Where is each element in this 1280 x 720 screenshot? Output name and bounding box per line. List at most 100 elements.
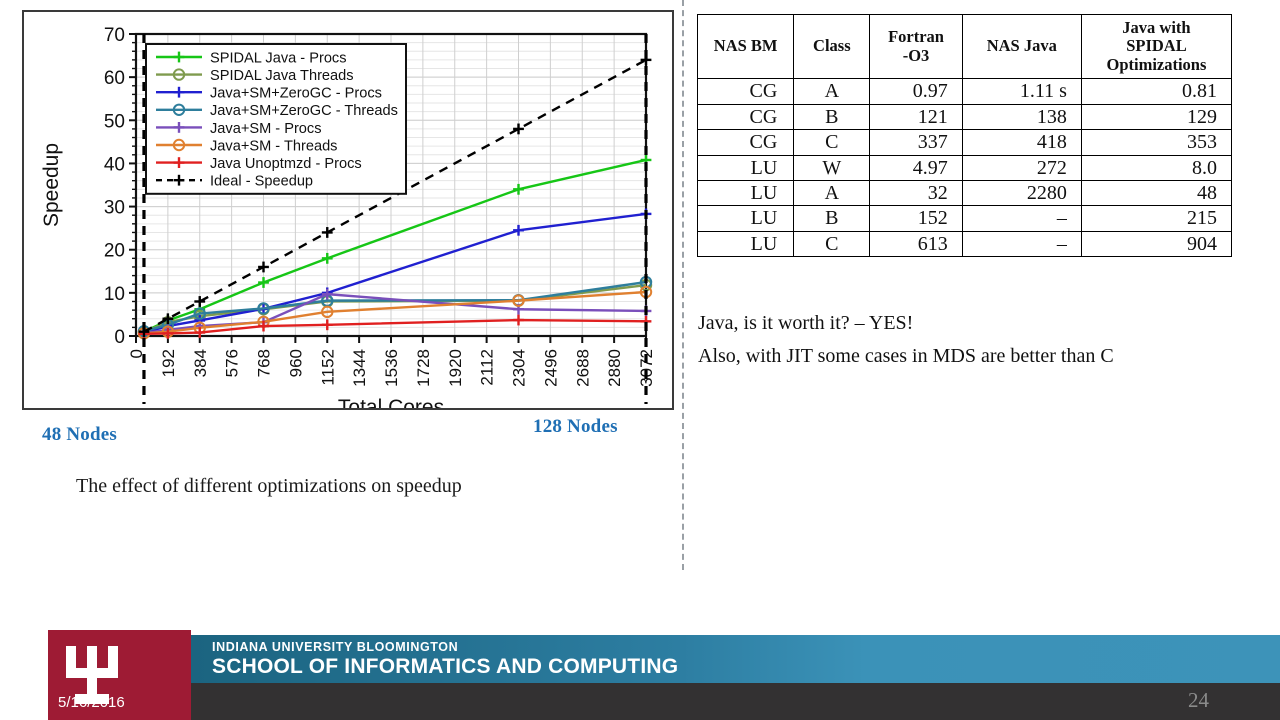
- cell-fortran: 121: [869, 103, 963, 131]
- cell-fortran: 0.97: [869, 78, 963, 105]
- cell-spidal: 353: [1080, 129, 1233, 156]
- cell-nas-java: 418: [961, 129, 1082, 156]
- speedup-chart: 0 10 20 30 40 50 60 70 0 192 384 576 768 960 1152 1344 1…: [22, 10, 674, 410]
- legend-label: Ideal - Speedup: [210, 174, 313, 190]
- cell-nas-java: –: [961, 230, 1082, 258]
- y-tick-label: 60: [104, 68, 125, 89]
- cell-spidal: 8.0: [1080, 154, 1233, 181]
- col-header-line: Java with: [1122, 18, 1191, 37]
- table-row: CG A 0.97 1.11 s 0.81: [696, 78, 1233, 105]
- cell-class: B: [793, 205, 871, 232]
- table-row: LU A 32 2280 48: [696, 179, 1233, 207]
- cell-fortran: 337: [869, 129, 963, 156]
- y-tick-label: 30: [104, 198, 125, 219]
- cell-nas-bm: LU: [696, 179, 795, 207]
- table-header-row: NAS BM Class Fortran -O3 NAS Java Java wi…: [696, 13, 1233, 80]
- slide-number: 24: [1188, 688, 1209, 712]
- col-header-line: NAS Java: [986, 36, 1057, 56]
- x-tick-label: 1728: [414, 349, 433, 387]
- legend-label: SPIDAL Java Threads: [210, 68, 354, 84]
- col-header-line: SPIDAL: [1126, 36, 1187, 56]
- cell-nas-bm: CG: [696, 103, 795, 131]
- legend-label: Java+SM+ZeroGC - Threads: [210, 103, 398, 119]
- cell-class: C: [793, 230, 871, 258]
- cell-nas-bm: LU: [696, 205, 795, 232]
- cell-fortran: 4.97: [869, 154, 963, 181]
- note-java-worth-it: Java, is it worth it? – YES!: [698, 312, 914, 334]
- cell-nas-bm: CG: [696, 129, 795, 156]
- note-jit-mds: Also, with JIT some cases in MDS are bet…: [698, 345, 1114, 367]
- y-tick-label: 50: [104, 111, 125, 132]
- cell-nas-java: 2280: [961, 179, 1082, 207]
- slide-footer: INDIANA UNIVERSITY BLOOMINGTON SCHOOL OF…: [0, 630, 1280, 720]
- x-tick-label: 1152: [318, 349, 337, 386]
- table-panel: NAS BM Class Fortran -O3 NAS Java Java wi…: [696, 0, 1257, 625]
- cell-fortran: 32: [869, 179, 963, 207]
- col-header-line: Optimizations: [1106, 54, 1207, 74]
- annotation-48-nodes: 48 Nodes: [42, 424, 117, 445]
- legend-label: Java+SM+ZeroGC - Procs: [210, 86, 382, 102]
- cell-fortran: 613: [869, 230, 963, 258]
- footer-school-name: SCHOOL OF INFORMATICS AND COMPUTING: [212, 655, 679, 678]
- cell-nas-java: 272: [961, 154, 1082, 181]
- cell-class: A: [793, 179, 871, 207]
- panel-divider: [682, 0, 684, 570]
- col-header-nas-bm: NAS BM: [696, 13, 795, 80]
- x-tick-label: 768: [255, 349, 274, 377]
- x-tick-label: 1536: [382, 349, 401, 387]
- cell-nas-bm: LU: [696, 230, 795, 258]
- table-body: CG A 0.97 1.11 s 0.81 CG B 121 138 129 CG C 337 418 35…: [696, 78, 1233, 258]
- x-axis-title: Total Cores: [338, 396, 444, 408]
- legend-label: Java Unoptmzd - Procs: [210, 156, 362, 172]
- cell-spidal: 904: [1080, 230, 1233, 258]
- x-tick-label: 2880: [605, 349, 624, 387]
- cell-class: W: [793, 154, 871, 181]
- table-row: LU C 613–904: [696, 230, 1233, 258]
- legend-label: SPIDAL Java - Procs: [210, 50, 347, 66]
- cell-fortran: 152: [869, 205, 963, 232]
- y-tick-label: 40: [104, 154, 125, 175]
- col-header-nas-java: NAS Java: [961, 13, 1082, 80]
- x-tick-label: 960: [286, 349, 305, 377]
- x-tick-label: 2688: [573, 349, 592, 387]
- col-header-spidal: Java with SPIDAL Optimizations: [1080, 13, 1233, 80]
- col-header-line: -O3: [902, 45, 930, 65]
- table-row: CG B 121 138 129: [696, 103, 1233, 131]
- legend-label: Java+SM - Procs: [210, 121, 322, 137]
- table-header: NAS BM Class Fortran -O3 NAS Java Java wi…: [696, 13, 1233, 80]
- col-header-fortran: Fortran -O3: [869, 13, 963, 80]
- x-tick-label: 576: [223, 349, 242, 377]
- speedup-chart-svg: 0102030405060700 192 384 576 768 960 1152 1344 1…: [40, 25, 656, 408]
- y-tick-label: 70: [104, 25, 125, 46]
- table-row: LU B 152–215: [696, 205, 1233, 232]
- nas-benchmark-table: NAS BM Class Fortran -O3 NAS Java Java wi…: [696, 13, 1233, 258]
- y-tick-label: 20: [104, 241, 125, 262]
- chart-caption: The effect of different optimizations on…: [76, 475, 462, 497]
- table-row: CG C 337 418 353: [696, 129, 1233, 156]
- col-header-line: Class: [813, 36, 851, 56]
- x-tick-label: 2304: [510, 349, 529, 387]
- col-header-line: NAS BM: [713, 36, 778, 56]
- chart-panel: 0 10 20 30 40 50 60 70 0 192 384 576 768 960 1152 1344 1…: [0, 0, 683, 625]
- cell-class: C: [793, 129, 871, 156]
- cell-class: B: [793, 103, 871, 131]
- annotation-128-nodes: 128 Nodes: [533, 416, 618, 437]
- table-row: LU W 4.97 272 8.0: [696, 154, 1233, 181]
- cell-nas-java: –: [961, 205, 1082, 232]
- footer-branding: INDIANA UNIVERSITY BLOOMINGTON SCHOOL OF…: [212, 640, 678, 679]
- x-tick-label: 1344: [350, 349, 369, 387]
- cell-spidal: 129: [1080, 103, 1233, 131]
- x-tick-label: 384: [191, 349, 210, 377]
- x-tick-label: 192: [159, 349, 178, 377]
- cell-spidal: 0.81: [1080, 78, 1233, 105]
- y-tick-label: 0: [114, 327, 125, 348]
- cell-spidal: 48: [1080, 179, 1233, 207]
- cell-class: A: [793, 78, 871, 105]
- slide-date: 5/16/2016: [58, 694, 125, 711]
- cell-nas-bm: LU: [696, 154, 795, 181]
- cell-spidal: 215: [1080, 205, 1233, 232]
- y-tick-label: 10: [104, 284, 125, 305]
- x-tick-label: 2112: [478, 349, 497, 386]
- col-header-line: Fortran: [888, 27, 944, 47]
- col-header-class: Class: [793, 13, 871, 80]
